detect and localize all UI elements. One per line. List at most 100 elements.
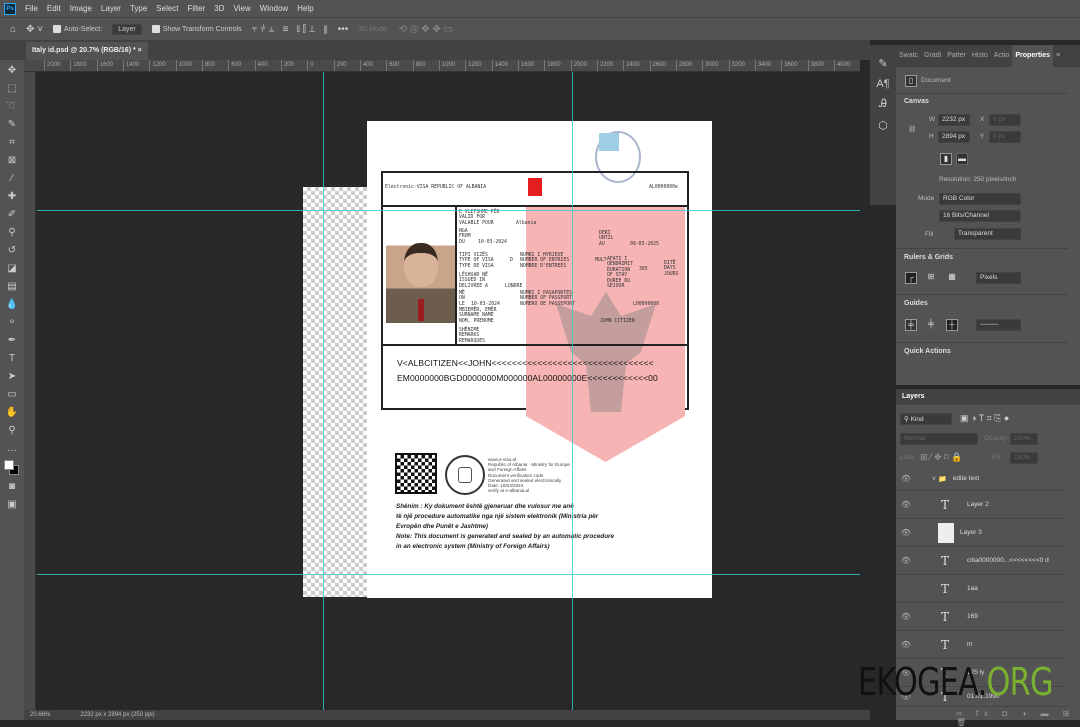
- layer-select[interactable]: Layer: [112, 23, 142, 35]
- landscape-orientation-icon[interactable]: ▬: [956, 153, 968, 165]
- menu-3d[interactable]: 3D: [214, 4, 224, 13]
- lasso-tool-icon[interactable]: ➰: [6, 100, 18, 114]
- menu-help[interactable]: Help: [297, 4, 313, 13]
- show-transform-checkbox[interactable]: Show Transform Controls: [151, 25, 242, 33]
- menu-view[interactable]: View: [234, 4, 251, 13]
- ruler-icon[interactable]: ┌: [905, 272, 917, 284]
- move-tool-icon[interactable]: ✥: [8, 64, 16, 78]
- hand-tool-icon[interactable]: ✋: [6, 406, 18, 420]
- tab-actions[interactable]: Actio: [991, 45, 1013, 67]
- brush-tool-icon[interactable]: ✐: [8, 208, 16, 222]
- guide-horizontal[interactable]: [37, 574, 860, 575]
- link-icon[interactable]: ⛓: [908, 125, 916, 133]
- path-select-icon[interactable]: ➤: [8, 370, 16, 384]
- menu-window[interactable]: Window: [260, 4, 288, 13]
- rulers-grids-section[interactable]: Rulers & Grids: [904, 254, 953, 261]
- healing-tool-icon[interactable]: ✚: [8, 190, 16, 204]
- layers-footer-icons[interactable]: ∞ fx ◘ ◑ ▬ ⊞ 🗑: [956, 709, 1080, 727]
- bit-depth-select[interactable]: 16 Bits/Channel: [939, 210, 1021, 222]
- layer-row[interactable]: 👁 Tcitia0000000...<<<<<<<<0 d: [896, 547, 1066, 575]
- menu-filter[interactable]: Filter: [188, 4, 206, 13]
- pixel-grid-icon[interactable]: ▦: [946, 272, 958, 284]
- quick-mask-icon[interactable]: ◙: [9, 480, 15, 494]
- panel-menu-icon[interactable]: ≡: [1053, 45, 1063, 67]
- crop-tool-icon[interactable]: ⌗: [9, 136, 15, 150]
- 3d-icon[interactable]: ⬡: [878, 119, 888, 132]
- lock-icons[interactable]: ⊞ ⁄ ✥ ⌑ 🔒: [920, 452, 962, 463]
- auto-select-checkbox[interactable]: Auto-Select:: [53, 25, 102, 33]
- canvas-section[interactable]: Canvas: [904, 98, 929, 105]
- layer-row[interactable]: 👁 Layer 3: [896, 519, 1066, 547]
- marquee-tool-icon[interactable]: ⬚: [7, 82, 16, 96]
- menu-file[interactable]: File: [25, 4, 38, 13]
- visibility-eye-icon[interactable]: 👁: [896, 640, 916, 649]
- y-field[interactable]: 0 px: [989, 131, 1021, 143]
- tab-properties[interactable]: Properties: [1012, 45, 1054, 67]
- height-field[interactable]: 2894 px: [938, 131, 970, 143]
- history-brush-icon[interactable]: ↺: [8, 244, 16, 258]
- filter-kind-select[interactable]: ⚲ Kind: [900, 413, 952, 425]
- layer-row[interactable]: ▫ T 1aa: [896, 575, 1066, 603]
- layer-row[interactable]: 👁 Tm: [896, 631, 1066, 659]
- menu-select[interactable]: Select: [156, 4, 178, 13]
- blur-tool-icon[interactable]: 💧: [6, 298, 18, 312]
- menu-edit[interactable]: Edit: [47, 4, 61, 13]
- screen-mode-icon[interactable]: ▣: [7, 498, 16, 512]
- eyedropper-tool-icon[interactable]: ⁄: [11, 172, 13, 186]
- grid-icon[interactable]: ⊞: [925, 272, 937, 284]
- fill-field[interactable]: 100%: [1010, 452, 1038, 464]
- visibility-eye-icon[interactable]: 👁: [896, 474, 916, 483]
- stamp-tool-icon[interactable]: ⚲: [8, 226, 15, 240]
- canvas-area[interactable]: Electronic-VISA REPUBLIC OF ALBANIA AL00…: [37, 72, 860, 710]
- visibility-eye-icon[interactable]: 👁: [896, 500, 916, 509]
- 3d-tools-icons[interactable]: ⟲ ◎ ✥ ✥ ▭: [399, 24, 453, 35]
- layer-filter-icons[interactable]: ▣ ◑ T ⌗ ⎘ ●: [960, 413, 1009, 424]
- blend-mode-select[interactable]: Normal: [900, 433, 978, 445]
- more-icon[interactable]: •••: [338, 24, 349, 35]
- menu-layer[interactable]: Layer: [101, 4, 121, 13]
- tab-gradients[interactable]: Gradi: [921, 45, 944, 67]
- width-field[interactable]: 2232 px: [938, 114, 970, 126]
- glyphs-icon[interactable]: Ꭿ: [879, 98, 887, 111]
- visibility-off-icon[interactable]: ▫: [896, 584, 916, 593]
- guide-icon[interactable]: ╪: [905, 319, 917, 331]
- guide-horizontal[interactable]: [37, 210, 860, 211]
- guide-layout-icon[interactable]: ╪: [925, 319, 937, 331]
- dodge-tool-icon[interactable]: ⚬: [8, 316, 16, 330]
- close-tab-icon[interactable]: ×: [138, 47, 142, 54]
- eraser-tool-icon[interactable]: ◪: [7, 262, 16, 276]
- tab-swatches[interactable]: Swatc: [896, 45, 921, 67]
- zoom-tool-icon[interactable]: ⚲: [8, 424, 15, 438]
- guide-vertical[interactable]: [572, 72, 573, 710]
- pen-tool-icon[interactable]: ✒: [8, 334, 16, 348]
- fill-select[interactable]: Transparent: [954, 228, 1021, 240]
- units-select[interactable]: Pixels: [976, 272, 1021, 284]
- shape-tool-icon[interactable]: ▭: [7, 388, 16, 402]
- zoom-level[interactable]: 20.66%: [30, 710, 50, 720]
- x-field[interactable]: 0 px: [989, 114, 1021, 126]
- move-tool-icon[interactable]: ✥ ˅: [26, 24, 43, 35]
- visibility-eye-icon[interactable]: 👁: [896, 556, 916, 565]
- layers-title[interactable]: Layers: [902, 393, 925, 400]
- mode-select[interactable]: RGB Color: [939, 193, 1021, 205]
- visibility-eye-icon[interactable]: 👁: [896, 528, 916, 537]
- guide-from-shape-icon[interactable]: ┼: [946, 319, 958, 331]
- quick-actions-section[interactable]: Quick Actions: [904, 348, 951, 355]
- portrait-orientation-icon[interactable]: ▮: [940, 153, 952, 165]
- frame-tool-icon[interactable]: ⊠: [8, 154, 16, 168]
- tab-history[interactable]: Histo: [969, 45, 991, 67]
- guide-vertical[interactable]: [323, 72, 324, 710]
- layer-row[interactable]: 👁 T 169: [896, 603, 1066, 631]
- document-tab[interactable]: Italy id.psd @ 20.7% (RGB/16) * ×: [26, 42, 148, 60]
- color-swatches[interactable]: [4, 460, 20, 476]
- opacity-field[interactable]: 100%: [1010, 433, 1038, 445]
- gradient-tool-icon[interactable]: ▤: [7, 280, 16, 294]
- menu-image[interactable]: Image: [70, 4, 92, 13]
- more-tools-icon[interactable]: …: [7, 442, 17, 456]
- paragraph-icon[interactable]: A¶: [876, 78, 889, 90]
- home-icon[interactable]: ⌂: [10, 24, 16, 35]
- align-icons[interactable]: ⫧ ⫩ ⫨ ≡ ⫾ ⫿ ⊥ ⦀: [252, 24, 328, 35]
- layer-row[interactable]: 👁 T Layer 2: [896, 491, 1066, 519]
- quick-select-tool-icon[interactable]: ✎: [8, 118, 16, 132]
- guides-section[interactable]: Guides: [904, 300, 928, 307]
